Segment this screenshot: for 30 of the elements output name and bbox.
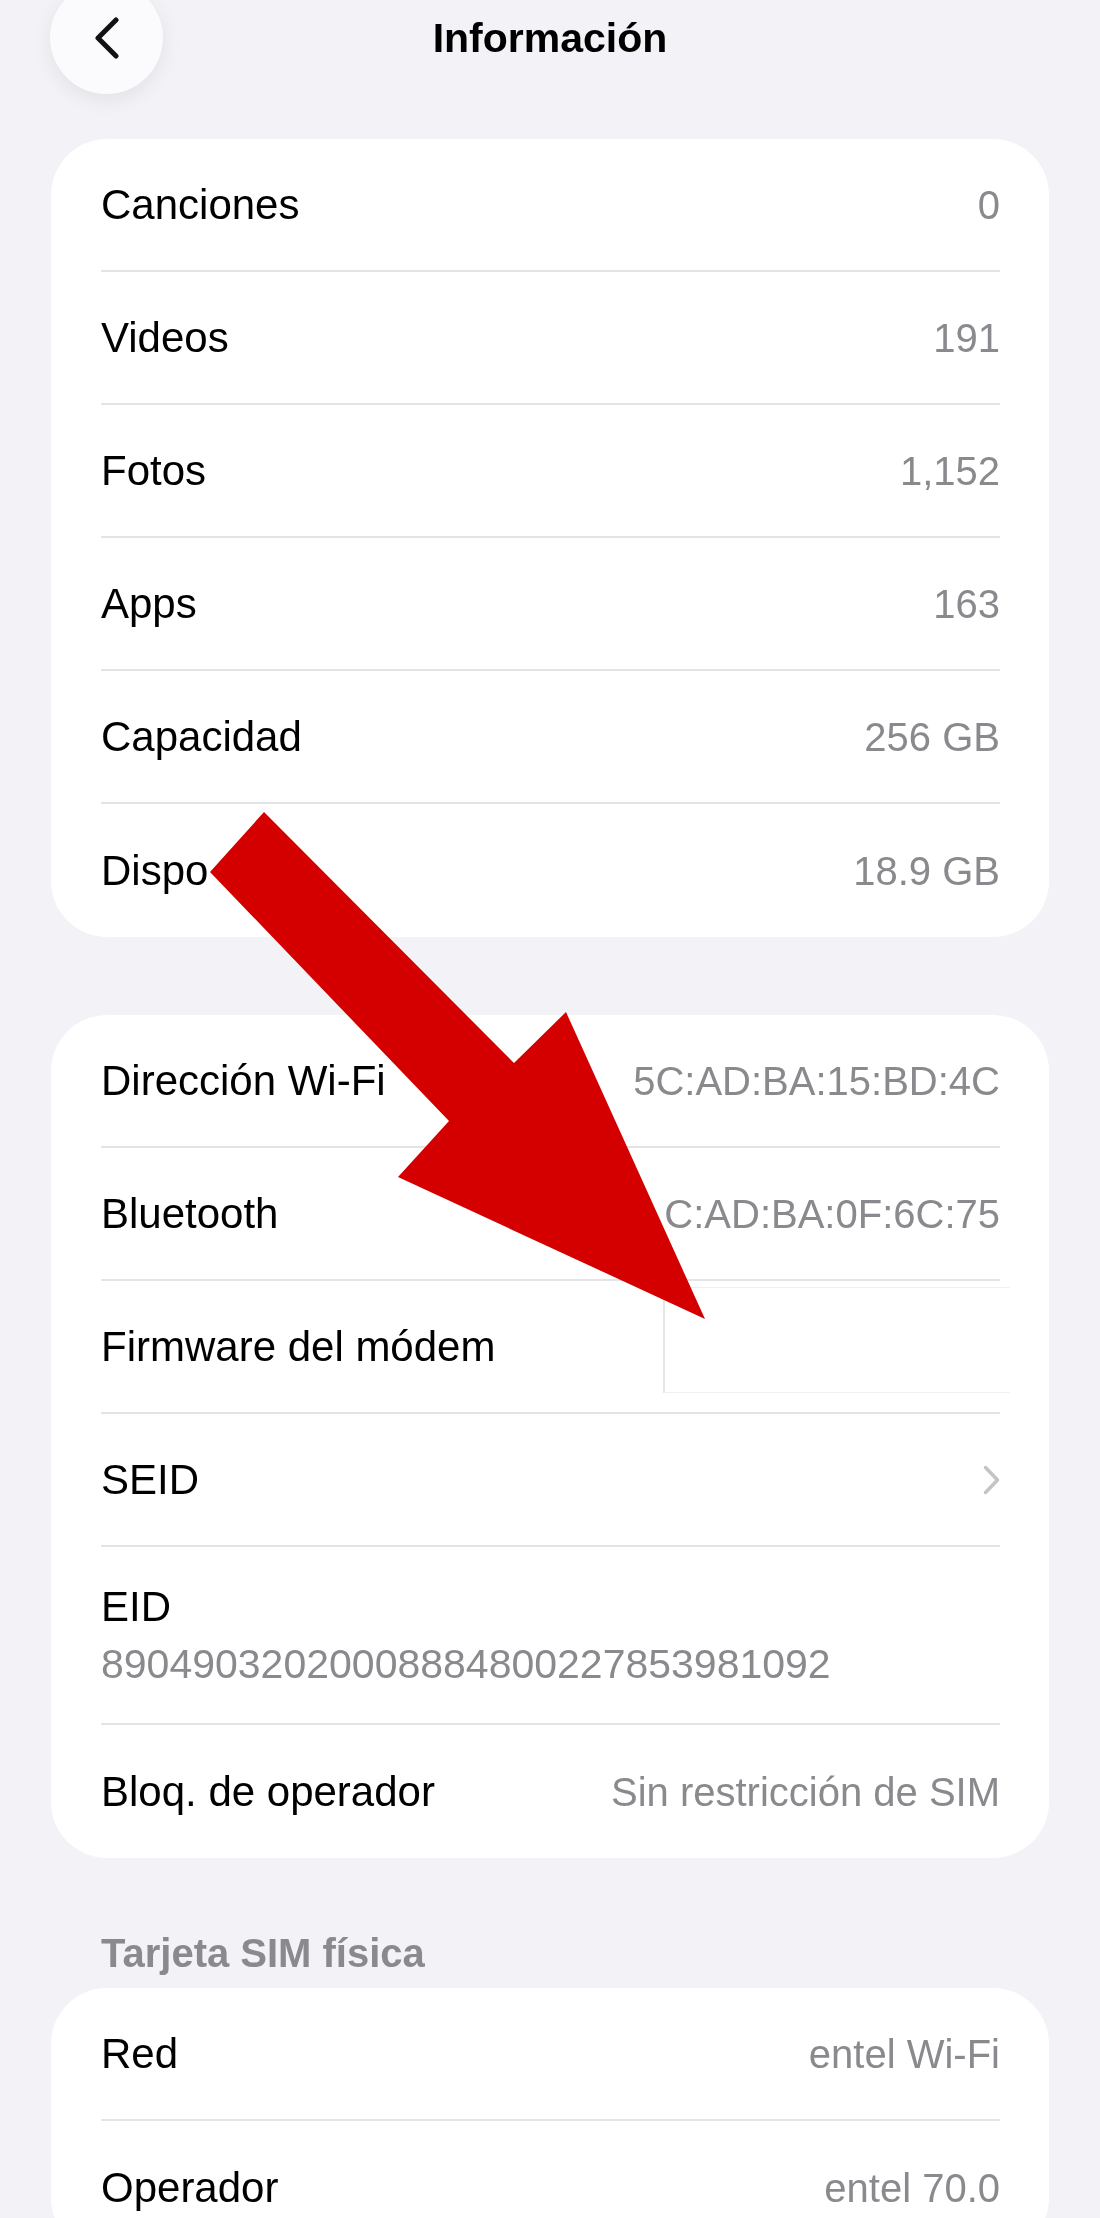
row-value: Sin restricción de SIM <box>610 1768 1000 1815</box>
row-label: Canciones <box>101 181 300 228</box>
row-value: 1,152 <box>899 447 1000 494</box>
row-label: EID <box>101 1583 171 1630</box>
row-value: entel Wi-Fi <box>808 2030 1000 2077</box>
row-value: 18.9 GB <box>853 847 1000 894</box>
row-label: Bloq. de operador <box>101 1768 435 1815</box>
row-label: Videos <box>101 314 229 361</box>
nav-title: Información <box>432 13 668 62</box>
row-label: Firmware del módem <box>101 1323 496 1370</box>
row-label: Capacidad <box>101 713 302 760</box>
row-value: 5C:AD:BA:15:BD:4C <box>633 1057 1000 1104</box>
row-value: 163 <box>933 580 1000 627</box>
row-value: 0 <box>977 181 1000 228</box>
row-label: Dirección Wi-Fi <box>101 1057 386 1104</box>
row-label: Operador <box>101 2164 279 2211</box>
row-value: 256 GB <box>864 713 1000 760</box>
row-value: 89049032020008884800227853981092 <box>101 1640 831 1687</box>
chevron-right-icon <box>983 1464 1000 1495</box>
row-value: 191 <box>933 314 1000 361</box>
list-row[interactable]: SEID <box>101 1414 1000 1547</box>
row-label: Red <box>101 2030 179 2077</box>
row-label: Fotos <box>101 447 207 494</box>
section-header: Tarjeta SIM física <box>101 1930 426 1976</box>
row-label: Bluetooth <box>101 1190 279 1237</box>
row-value: entel 70.0 <box>824 2164 1000 2211</box>
chevron-left-icon <box>94 16 119 59</box>
row-label: Dispo <box>101 847 209 894</box>
row-label: Apps <box>101 580 197 627</box>
row-value: C:AD:BA:0F:6C:75 <box>664 1190 1000 1237</box>
